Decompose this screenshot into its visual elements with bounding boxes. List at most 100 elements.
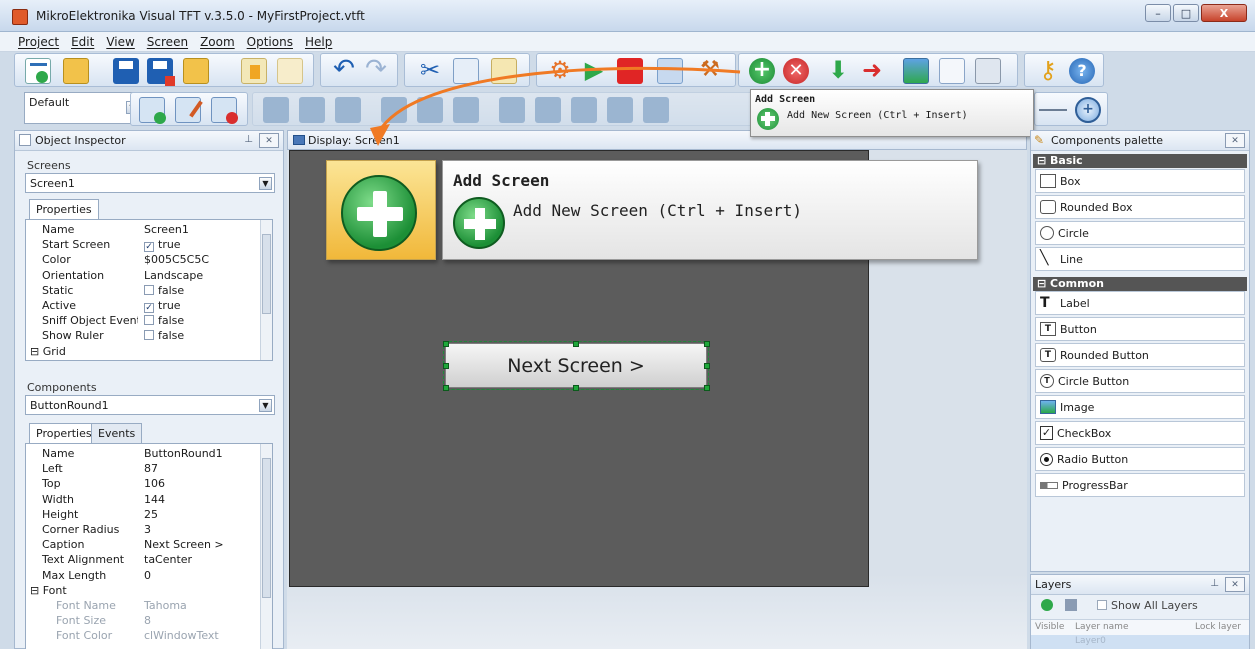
property-value[interactable]: Next Screen > <box>138 537 272 552</box>
pin-icon[interactable]: ⊥ <box>1210 578 1219 589</box>
property-value[interactable]: taCenter <box>138 552 272 567</box>
property-row[interactable]: Color $005C5C5C <box>26 252 272 267</box>
property-row[interactable]: Orientation Landscape <box>26 268 272 283</box>
palette-section-common[interactable]: ⊟ Common <box>1033 277 1247 291</box>
delete-screen-icon[interactable]: ✕ <box>783 58 809 84</box>
resize-handle[interactable] <box>443 341 449 347</box>
menu-screen[interactable]: Screen <box>147 35 188 49</box>
property-value[interactable]: 144 <box>138 492 272 507</box>
property-value[interactable]: ButtonRound1 <box>138 446 272 461</box>
screen-select[interactable]: Screen1 ▼ <box>25 173 275 193</box>
minimize-button[interactable]: – <box>1145 4 1171 22</box>
close-panel-icon[interactable]: ✕ <box>259 133 279 148</box>
palette-item-circle-button[interactable]: T Circle Button <box>1035 369 1245 393</box>
menu-edit[interactable]: Edit <box>71 35 94 49</box>
menu-help[interactable]: Help <box>305 35 332 49</box>
zoom-slider[interactable] <box>1039 109 1067 111</box>
align-left-icon[interactable] <box>263 97 289 123</box>
project-settings-icon[interactable] <box>241 58 267 84</box>
delete-layer-icon[interactable] <box>1065 599 1077 611</box>
palette-item-line[interactable]: ╲ Line <box>1035 247 1245 271</box>
menu-zoom[interactable]: Zoom <box>200 35 235 49</box>
property-row[interactable]: Caption Next Screen > <box>26 537 272 552</box>
tab-component-events[interactable]: Events <box>91 423 143 443</box>
property-value[interactable]: Landscape <box>138 268 272 283</box>
save-as-icon[interactable] <box>147 58 175 86</box>
palette-item-progressbar[interactable]: ProgressBar <box>1035 473 1245 497</box>
palette-item-checkbox[interactable]: ✓ CheckBox <box>1035 421 1245 445</box>
menu-options[interactable]: Options <box>247 35 293 49</box>
property-row[interactable]: Show Ruler false <box>26 328 272 343</box>
add-layer-icon[interactable] <box>1041 599 1053 611</box>
property-row[interactable]: Sniff Object Events false <box>26 313 272 328</box>
property-row[interactable]: Text Alignment taCenter <box>26 552 272 567</box>
pin-icon[interactable]: ⊥ <box>244 134 253 145</box>
property-row[interactable]: Name Screen1 <box>26 222 272 237</box>
close-button[interactable]: X <box>1201 4 1247 22</box>
checkbox[interactable] <box>144 284 154 295</box>
resize-handle[interactable] <box>443 363 449 369</box>
align-right-icon[interactable] <box>299 97 325 123</box>
menu-view[interactable]: View <box>106 35 134 49</box>
palette-section-basic[interactable]: ⊟ Basic <box>1033 154 1247 168</box>
close-panel-icon[interactable]: ✕ <box>1225 577 1245 592</box>
property-value[interactable]: Screen1 <box>138 222 272 237</box>
palette-item-label-component[interactable]: T Label <box>1035 291 1245 315</box>
property-value[interactable]: clWindowText <box>138 628 272 643</box>
checkbox[interactable]: ✓ <box>144 302 154 313</box>
property-value[interactable]: $005C5C5C <box>138 252 272 267</box>
property-value[interactable]: false <box>138 328 272 343</box>
property-value[interactable]: 8 <box>138 613 272 628</box>
property-row[interactable]: Font Color clWindowText <box>26 628 272 643</box>
checkbox[interactable] <box>144 330 154 341</box>
close-panel-icon[interactable]: ✕ <box>1225 133 1245 148</box>
resize-handle[interactable] <box>573 341 579 347</box>
resize-handle[interactable] <box>704 385 710 391</box>
property-value[interactable]: 106 <box>138 476 272 491</box>
expand-icon[interactable]: ⊟ <box>30 345 43 358</box>
palette-item-rounded-button[interactable]: T Rounded Button <box>1035 343 1245 367</box>
help-icon[interactable]: ? <box>1069 58 1095 84</box>
property-value[interactable]: 3 <box>138 522 272 537</box>
new-project-icon[interactable] <box>25 58 51 84</box>
property-row[interactable]: ⊟ Font <box>26 583 272 598</box>
component-select[interactable]: ButtonRound1 ▼ <box>25 395 275 415</box>
scrollbar[interactable] <box>260 444 272 649</box>
property-row[interactable]: Font Name Tahoma <box>26 598 272 613</box>
property-row[interactable]: Width 144 <box>26 492 272 507</box>
edit-screen-icon[interactable] <box>175 97 203 123</box>
undo-icon[interactable]: ↶ <box>331 56 357 84</box>
property-row[interactable]: Static false <box>26 283 272 298</box>
layer-row[interactable]: Layer0 <box>1031 635 1249 649</box>
property-value[interactable]: Tahoma <box>138 598 272 613</box>
align-center-icon[interactable] <box>335 97 361 123</box>
property-row[interactable]: Height 25 <box>26 507 272 522</box>
next-screen-button[interactable]: Next Screen > <box>443 341 709 390</box>
previous-screen-icon[interactable]: ⬇ <box>825 58 851 84</box>
show-all-layers-checkbox[interactable] <box>1097 600 1107 610</box>
palette-item-rounded-box[interactable]: Rounded Box <box>1035 195 1245 219</box>
next-screen-icon[interactable]: ➜ <box>859 58 885 84</box>
palette-item-button[interactable]: T Button <box>1035 317 1245 341</box>
folder-icon[interactable] <box>277 58 303 84</box>
maximize-button[interactable]: □ <box>1173 4 1199 22</box>
palette-item-radio-button[interactable]: Radio Button <box>1035 447 1245 471</box>
property-value[interactable]: 87 <box>138 461 272 476</box>
resize-handle[interactable] <box>573 385 579 391</box>
palette-item-image[interactable]: Image <box>1035 395 1245 419</box>
save-icon[interactable] <box>113 58 139 84</box>
screen-image-icon[interactable] <box>903 58 929 84</box>
checkbox[interactable]: ✓ <box>144 242 154 253</box>
remove-screen-icon[interactable] <box>211 97 238 124</box>
close-project-icon[interactable] <box>183 58 209 84</box>
property-row[interactable]: Max Length 0 <box>26 568 272 583</box>
property-value[interactable]: 25 <box>138 507 272 522</box>
property-row[interactable]: Font Size 8 <box>26 613 272 628</box>
property-value[interactable]: 0 <box>138 568 272 583</box>
style-select[interactable]: Default ▼ <box>24 92 142 124</box>
palette-item-circle[interactable]: Circle <box>1035 221 1245 245</box>
property-row[interactable]: Corner Radius 3 <box>26 522 272 537</box>
property-row[interactable]: ⊟ Grid <box>26 344 272 359</box>
expand-icon[interactable]: ⊟ <box>30 584 43 597</box>
property-row[interactable]: Top 106 <box>26 476 272 491</box>
